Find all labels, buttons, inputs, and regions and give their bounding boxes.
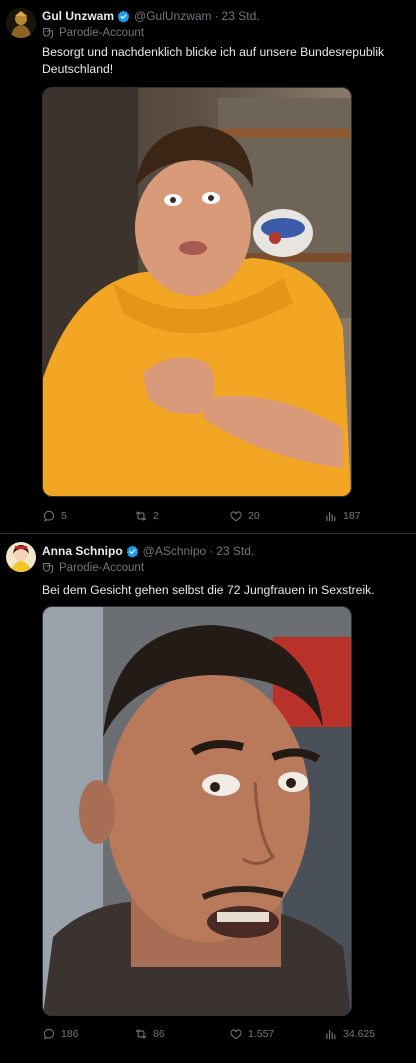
tweet-text: Bei dem Gesicht gehen selbst die 72 Jung… — [42, 583, 375, 597]
tweet[interactable]: Gul Unzwam @GulUnzwam · 23 Std. Parodie-… — [0, 0, 416, 533]
parody-text: Parodie-Account — [59, 27, 145, 39]
retweet-count: 2 — [153, 510, 159, 522]
like-count: 20 — [248, 510, 260, 522]
reply-count: 186 — [61, 1028, 79, 1040]
heart-icon — [230, 1029, 242, 1040]
views-chart-icon — [326, 1029, 336, 1040]
photo-young-man-face — [43, 607, 351, 1015]
theater-mask-icon — [42, 562, 54, 574]
parody-text: Parodie-Account — [59, 562, 145, 574]
tweet-actions: 5 2 20 187 — [42, 509, 372, 525]
author-name[interactable]: Anna Schnipo — [42, 544, 123, 558]
reply-icon — [43, 1028, 55, 1040]
retweet-count: 86 — [153, 1028, 165, 1040]
retweet-icon — [135, 1029, 147, 1039]
heart-icon — [230, 511, 242, 522]
verified-badge-icon — [126, 545, 139, 558]
separator: · — [209, 544, 214, 558]
views-button[interactable]: 187 — [324, 509, 361, 523]
timestamp[interactable]: 23 Std. — [216, 544, 254, 558]
author-name[interactable]: Gul Unzwam — [42, 9, 114, 23]
tweet-text: Besorgt und nachdenklich blicke ich auf … — [42, 45, 385, 76]
like-button[interactable]: 1.557 — [229, 1027, 274, 1041]
retweet-button[interactable]: 2 — [134, 509, 159, 523]
author-handle[interactable]: @GulUnzwam — [134, 9, 212, 23]
theater-mask-icon — [42, 27, 54, 39]
avatar[interactable] — [6, 542, 36, 572]
view-count: 187 — [343, 510, 361, 522]
views-chart-icon — [326, 511, 336, 522]
reply-button[interactable]: 186 — [42, 1027, 79, 1041]
avatar[interactable] — [6, 8, 36, 38]
parody-label: Parodie-Account — [42, 562, 144, 574]
tweet-photo[interactable] — [42, 87, 352, 497]
retweet-icon — [135, 511, 147, 521]
verified-badge-icon — [117, 10, 130, 23]
reply-button[interactable]: 5 — [42, 509, 67, 523]
reply-count: 5 — [61, 510, 67, 522]
photo-man-orange-shirt — [43, 88, 351, 496]
retweet-button[interactable]: 86 — [134, 1027, 165, 1041]
view-count: 34.625 — [343, 1028, 376, 1040]
like-count: 1.557 — [248, 1028, 275, 1040]
parody-label: Parodie-Account — [42, 27, 144, 39]
author-handle[interactable]: @ASchnipo — [143, 544, 207, 558]
tweet-actions: 186 86 1.557 34.625 — [42, 1027, 375, 1043]
like-button[interactable]: 20 — [229, 509, 260, 523]
reply-icon — [43, 510, 55, 522]
tweet[interactable]: Anna Schnipo @ASchnipo · 23 Std. Parodie… — [0, 534, 416, 1063]
separator: · — [214, 9, 219, 23]
tweet-photo[interactable] — [42, 606, 352, 1016]
views-button[interactable]: 34.625 — [324, 1027, 375, 1041]
timestamp[interactable]: 23 Std. — [222, 9, 260, 23]
